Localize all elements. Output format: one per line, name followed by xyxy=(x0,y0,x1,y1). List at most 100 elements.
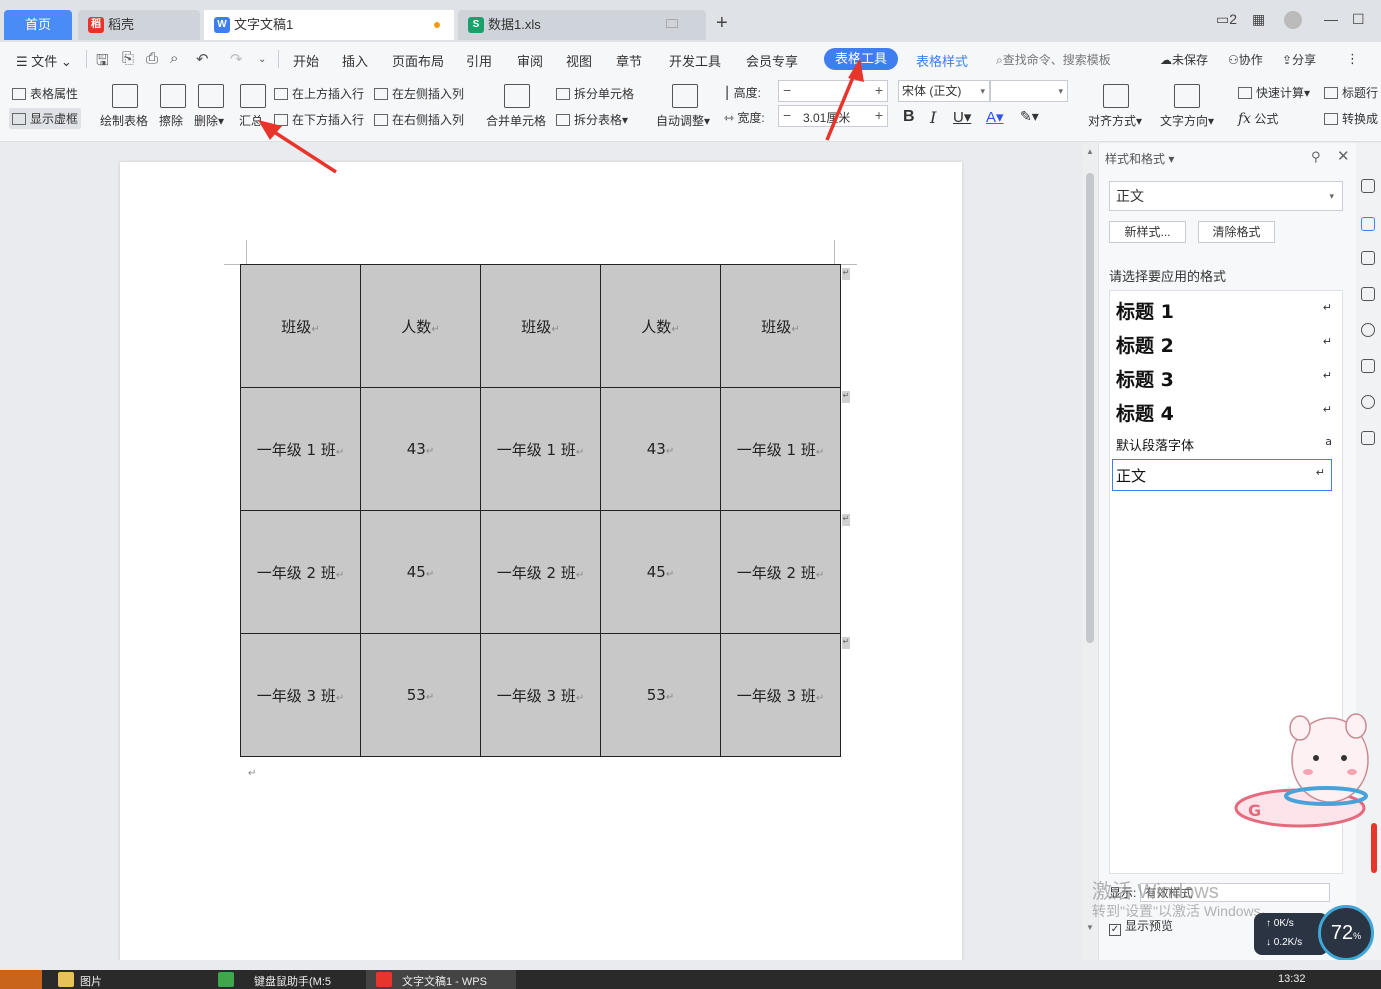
menu-insert[interactable]: 插入 xyxy=(342,51,368,70)
checkbox-checked-icon[interactable]: ✓ xyxy=(1109,924,1121,936)
command-search[interactable]: ⌕查找命令、搜索模板 xyxy=(996,51,1111,68)
plus-icon[interactable]: + xyxy=(875,107,883,123)
delete-table-icon[interactable] xyxy=(198,84,224,108)
styles-pen-icon[interactable] xyxy=(1361,217,1375,231)
table-cell[interactable]: 一年级 2 班↵ xyxy=(720,510,841,634)
minus-icon[interactable]: − xyxy=(783,82,791,98)
table-cell[interactable]: 一年级 3 班↵ xyxy=(480,633,601,757)
plus-icon[interactable]: + xyxy=(875,82,883,98)
table-cell[interactable]: 一年级 1 班↵ xyxy=(720,387,841,511)
book-icon[interactable] xyxy=(1361,431,1375,445)
bold-icon[interactable]: B xyxy=(903,108,915,126)
menu-developer[interactable]: 开发工具 xyxy=(669,51,721,70)
tab-docer[interactable]: 稻 稻壳 xyxy=(78,10,200,40)
height-stepper[interactable]: − + xyxy=(778,80,888,102)
vertical-scrollbar[interactable]: ▲ ▼ xyxy=(1082,143,1098,970)
menu-chapter[interactable]: 章节 xyxy=(616,51,642,70)
split-cells-button[interactable]: 拆分单元格 xyxy=(556,85,634,102)
menu-page-layout[interactable]: 页面布局 xyxy=(392,51,444,70)
style-heading-1[interactable]: 标题 1 ↵ xyxy=(1116,297,1338,327)
collab-button[interactable]: ⚇协作 xyxy=(1228,51,1263,68)
style-body-text[interactable]: 正文 ↵ xyxy=(1112,459,1332,491)
menu-start[interactable]: 开始 xyxy=(293,51,319,70)
table-cell[interactable]: 人数↵ xyxy=(600,264,721,388)
table-cell[interactable]: 一年级 3 班↵ xyxy=(720,633,841,757)
insert-col-left-button[interactable]: 在左侧插入列 xyxy=(374,85,464,102)
table-cell[interactable]: 45↵ xyxy=(600,510,721,634)
share-button[interactable]: ⇪分享 xyxy=(1282,51,1316,68)
export-pdf-icon[interactable]: ⎘ xyxy=(122,50,134,67)
font-size-select[interactable]: ▾ xyxy=(990,80,1068,102)
layout-icon[interactable]: ▭2 xyxy=(1216,11,1237,28)
clock[interactable]: 13:32 xyxy=(1278,973,1306,985)
width-stepper[interactable]: −3.01厘米 + xyxy=(778,105,888,127)
menu-member[interactable]: 会员专享 xyxy=(746,51,798,70)
font-name-select[interactable]: 宋体 (正文) ▾ xyxy=(898,80,990,102)
tab-table-style[interactable]: 表格样式 xyxy=(916,51,968,70)
add-tab-button[interactable]: + xyxy=(716,12,728,35)
merge-cells-icon[interactable] xyxy=(504,84,530,108)
print-icon[interactable]: ⎙ xyxy=(146,50,158,67)
unsaved-status[interactable]: ☁未保存 xyxy=(1160,51,1208,68)
table-cell[interactable]: 人数↵ xyxy=(360,264,481,388)
clear-format-button[interactable]: 清除格式 xyxy=(1198,221,1275,243)
merge-cells-button[interactable]: 合并单元格 xyxy=(486,112,546,129)
draw-table-button[interactable]: 绘制表格 xyxy=(100,112,148,129)
start-button[interactable] xyxy=(0,970,42,989)
taskbar-item-wps[interactable]: 文字文稿1 - WPS xyxy=(402,973,487,989)
auto-fit-icon[interactable] xyxy=(672,84,698,108)
table-cell[interactable]: 43↵ xyxy=(600,387,721,511)
data-table[interactable]: 班级↵ 人数↵ 班级↵ 人数↵ 班级↵ 一年级 1 班↵ 43↵ 一年级 1 班↵ 43↵ 一年级… xyxy=(240,264,841,757)
table-cell[interactable]: 班级↵ xyxy=(720,264,841,388)
close-icon[interactable]: ✕ xyxy=(1337,147,1350,165)
select-cursor-icon[interactable] xyxy=(1361,251,1375,265)
tab-document1[interactable]: W 文字文稿1 xyxy=(204,10,454,40)
table-cell[interactable]: 53↵ xyxy=(360,633,481,757)
menu-reference[interactable]: 引用 xyxy=(466,51,492,70)
quick-calc-button[interactable]: 快速计算▾ xyxy=(1238,84,1310,101)
current-style-select[interactable]: 正文 ▾ xyxy=(1109,181,1343,211)
more-icon[interactable]: ⋮ xyxy=(1346,51,1359,67)
italic-icon[interactable]: I xyxy=(930,108,936,127)
menu-review[interactable]: 审阅 xyxy=(517,51,543,70)
table-cell[interactable]: 班级↵ xyxy=(240,264,361,388)
title-row-button[interactable]: 标题行 xyxy=(1324,84,1378,101)
customize-icon[interactable]: ⌄ xyxy=(258,54,266,65)
convert-button[interactable]: 转换成 xyxy=(1324,110,1378,127)
text-direction-icon[interactable] xyxy=(1174,84,1200,108)
eraser-icon[interactable] xyxy=(160,84,186,108)
formula-button[interactable]: fx 公式 xyxy=(1238,110,1278,127)
help-icon[interactable] xyxy=(1361,323,1375,337)
new-style-button[interactable]: 新样式... xyxy=(1109,221,1186,243)
underline-icon[interactable]: U▾ xyxy=(953,108,971,126)
undo-icon[interactable]: ↶ xyxy=(196,50,209,68)
taskbar-item-keyboard[interactable]: 键盘鼠助手(M:5 xyxy=(254,973,331,989)
highlight-icon[interactable]: ✎▾ xyxy=(1020,108,1039,125)
adjust-icon[interactable] xyxy=(1361,287,1375,301)
table-cell[interactable]: 一年级 1 班↵ xyxy=(480,387,601,511)
document-area[interactable]: 班级↵ 人数↵ 班级↵ 人数↵ 班级↵ 一年级 1 班↵ 43↵ 一年级 1 班↵ 43↵ 一年级… xyxy=(0,143,1082,970)
magic-icon[interactable] xyxy=(1361,179,1375,193)
style-heading-4[interactable]: 标题 4 ↵ xyxy=(1116,399,1338,429)
summary-icon[interactable] xyxy=(240,84,266,108)
redo-icon[interactable]: ↷ xyxy=(230,50,243,68)
table-cell[interactable]: 53↵ xyxy=(600,633,721,757)
tab-table-tools[interactable]: 表格工具 xyxy=(824,48,898,70)
table-cell[interactable]: 一年级 1 班↵ xyxy=(240,387,361,511)
apps-grid-icon[interactable]: ▦ xyxy=(1252,11,1265,28)
document-page[interactable]: 班级↵ 人数↵ 班级↵ 人数↵ 班级↵ 一年级 1 班↵ 43↵ 一年级 1 班↵ 43↵ 一年级… xyxy=(120,162,962,970)
style-heading-2[interactable]: 标题 2 ↵ xyxy=(1116,331,1338,361)
clip-icon[interactable] xyxy=(1361,359,1375,373)
scroll-thumb[interactable] xyxy=(1086,173,1094,643)
tab-home[interactable]: 首页 xyxy=(4,10,72,40)
table-cell[interactable]: 一年级 2 班↵ xyxy=(480,510,601,634)
pin-icon[interactable]: ⚲ xyxy=(1311,149,1321,165)
insert-row-above-button[interactable]: 在上方插入行 xyxy=(274,85,364,102)
save-icon[interactable]: 🖫 xyxy=(96,50,109,75)
tab-data1[interactable]: S 数据1.xls xyxy=(458,10,706,40)
draw-table-icon[interactable] xyxy=(112,84,138,108)
table-cell[interactable]: 45↵ xyxy=(360,510,481,634)
menu-view[interactable]: 视图 xyxy=(566,51,592,70)
minus-icon[interactable]: − xyxy=(783,107,791,123)
text-direction-button[interactable]: 文字方向▾ xyxy=(1160,112,1214,129)
